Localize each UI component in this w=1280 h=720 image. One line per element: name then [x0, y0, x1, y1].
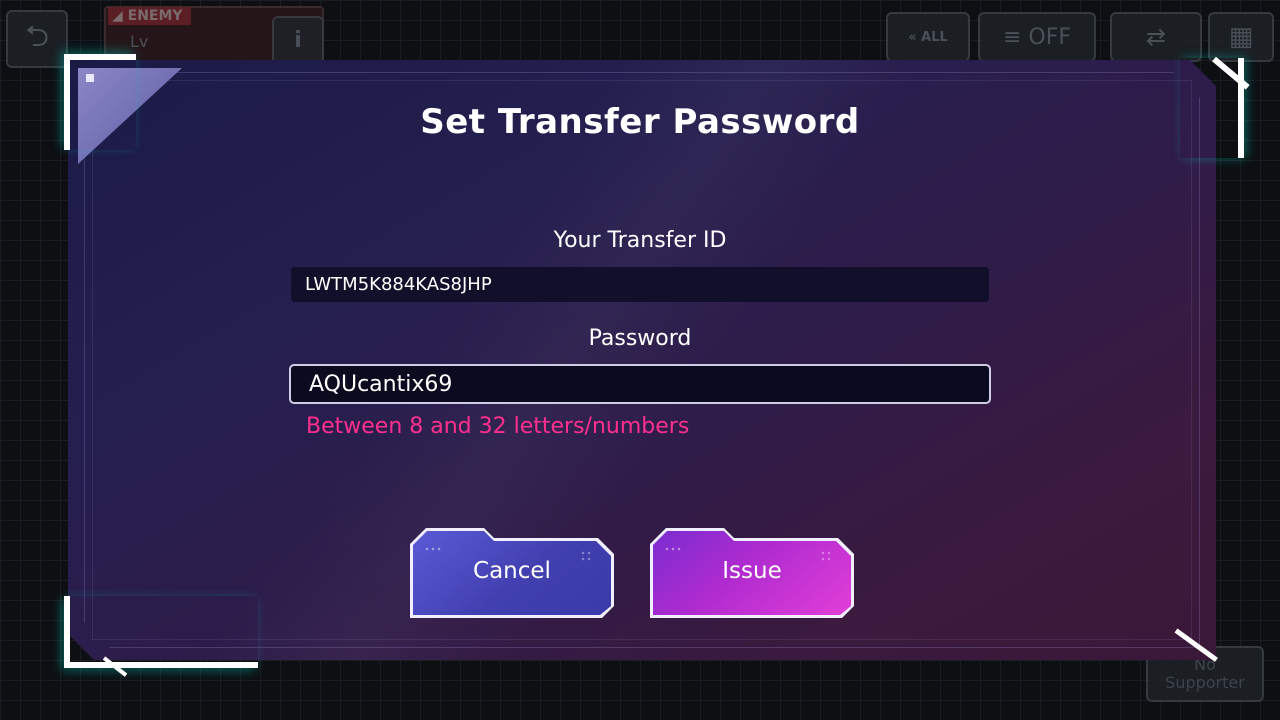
- transfer-password-dialog: [68, 60, 1216, 660]
- enemy-tag: ◢ ENEMY: [108, 7, 191, 25]
- grid-icon: ▦: [1228, 22, 1254, 52]
- frame-bracket-bottom-left: [64, 596, 258, 668]
- dot-pattern-icon: [664, 546, 682, 552]
- cancel-button[interactable]: Cancel: [410, 528, 614, 618]
- dialog-inner-frame: [84, 72, 1200, 648]
- password-input[interactable]: [289, 364, 991, 404]
- swap-button: ⇄: [1110, 12, 1202, 62]
- dialog-inner-frame-secondary: [92, 80, 1192, 640]
- double-chevron-left-icon: «: [908, 29, 917, 45]
- back-arrow-icon: ⮌: [24, 18, 50, 54]
- issue-button[interactable]: Issue: [650, 528, 854, 618]
- dialog-sheen: [68, 60, 1216, 660]
- transfer-id-value: LWTM5K884KAS8JHP: [291, 267, 989, 302]
- filter-all-button: « ALL: [886, 12, 970, 62]
- swap-icon: ⇄: [1145, 23, 1167, 51]
- grid-button: ▦: [1208, 12, 1274, 62]
- issue-button-label: Issue: [722, 558, 782, 584]
- sort-icon: ≡: [1002, 24, 1022, 50]
- password-hint: Between 8 and 32 letters/numbers: [306, 414, 690, 439]
- frame-bracket-top-left: [64, 54, 136, 150]
- dialog-title: Set Transfer Password: [420, 102, 860, 142]
- transfer-id-label: Your Transfer ID: [553, 228, 727, 253]
- dot-pattern-icon: [424, 546, 442, 552]
- filter-off-button: ≡ OFF: [978, 12, 1096, 62]
- enemy-level: Lv: [130, 32, 149, 51]
- password-label: Password: [588, 326, 692, 351]
- info-button: i: [272, 16, 324, 64]
- info-icon: i: [294, 27, 302, 53]
- back-button: ⮌: [6, 10, 68, 68]
- cancel-button-label: Cancel: [473, 558, 551, 584]
